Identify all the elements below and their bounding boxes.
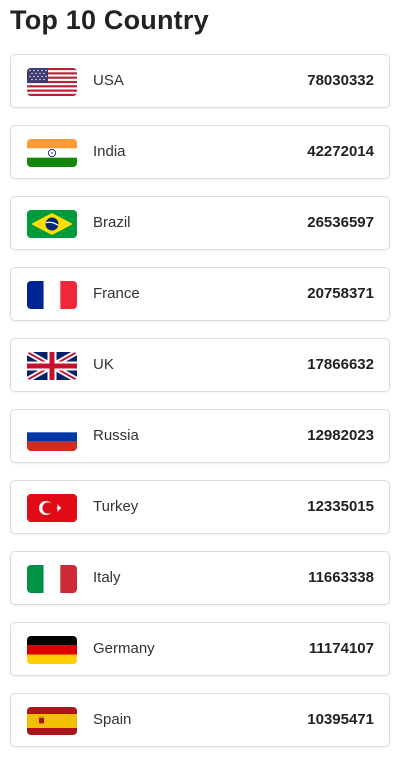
- country-name: Russia: [93, 427, 139, 444]
- spain-flag-icon: [27, 707, 77, 735]
- country-card-india[interactable]: India 42272014: [10, 125, 390, 179]
- country-count: 12982023: [307, 427, 374, 444]
- country-count: 26536597: [307, 214, 374, 231]
- country-card-turkey[interactable]: Turkey 12335015: [10, 480, 390, 534]
- page-title: Top 10 Country: [10, 5, 209, 35]
- country-count: 17866632: [307, 356, 374, 373]
- country-card-uk[interactable]: UK 17866632: [10, 338, 390, 392]
- russia-flag-icon: [27, 423, 77, 451]
- turkey-flag-icon: [27, 494, 77, 522]
- country-card-germany[interactable]: Germany 11174107: [10, 622, 390, 676]
- italy-flag-icon: [27, 565, 77, 593]
- brazil-flag-icon: [27, 210, 77, 238]
- country-card-brazil[interactable]: Brazil 26536597: [10, 196, 390, 250]
- country-name: Spain: [93, 711, 132, 728]
- country-card-usa[interactable]: USA 78030332: [10, 54, 390, 108]
- country-count: 11174107: [308, 640, 374, 657]
- country-card-italy[interactable]: Italy 11663338: [10, 551, 390, 605]
- usa-flag-icon: [27, 68, 77, 96]
- country-name: UK: [93, 356, 114, 373]
- country-count: 12335015: [307, 498, 374, 515]
- uk-flag-icon: [27, 352, 77, 380]
- country-count: 20758371: [307, 285, 374, 302]
- country-count: 11663338: [308, 569, 374, 586]
- country-card-spain[interactable]: Spain 10395471: [10, 693, 390, 747]
- country-count: 78030332: [307, 72, 374, 89]
- country-name: Italy: [93, 569, 121, 586]
- country-card-france[interactable]: France 20758371: [10, 267, 390, 321]
- country-name: India: [93, 143, 126, 160]
- country-name: USA: [93, 72, 124, 89]
- country-count: 42272014: [307, 143, 374, 160]
- india-flag-icon: [27, 139, 77, 167]
- country-count: 10395471: [307, 711, 374, 728]
- country-name: France: [93, 285, 140, 302]
- country-name: Brazil: [93, 214, 131, 231]
- germany-flag-icon: [27, 636, 77, 664]
- country-list: USA 78030332 India 42272014 Brazil 26536…: [10, 54, 390, 764]
- country-name: Turkey: [93, 498, 139, 515]
- france-flag-icon: [27, 281, 77, 309]
- country-card-russia[interactable]: Russia 12982023: [10, 409, 390, 463]
- country-name: Germany: [93, 640, 155, 657]
